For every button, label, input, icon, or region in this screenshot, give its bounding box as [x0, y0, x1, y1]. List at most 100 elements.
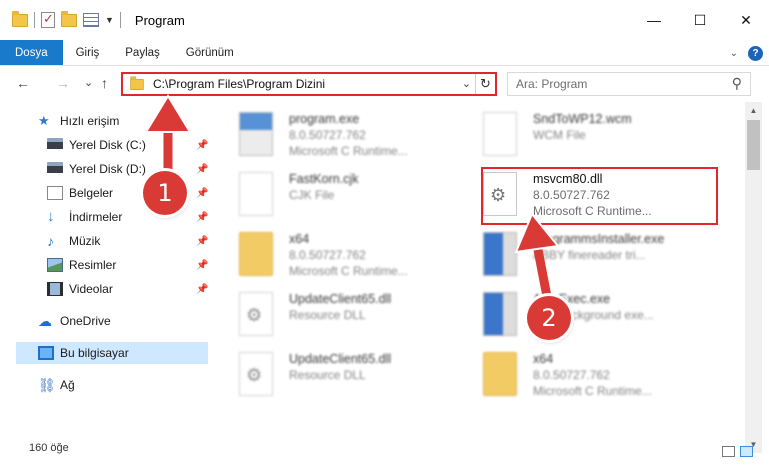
exe-icon	[483, 292, 517, 336]
back-button[interactable]: ←	[16, 75, 30, 91]
file-tile[interactable]: x64 8.0.50727.762 Microsoft C Runtime...	[219, 226, 469, 286]
file-tile[interactable]: UpdateClient65.dll Resource DLL	[219, 286, 469, 346]
sidebar-item-label: İndirmeler	[69, 210, 123, 224]
expand-ribbon-chevron-icon[interactable]: ⌄	[730, 48, 738, 59]
file-detail: Resource DLL	[289, 368, 366, 382]
minimize-button[interactable]: —	[631, 0, 677, 40]
item-count: 160 öğe	[29, 442, 69, 454]
address-bar[interactable]: C:\Program Files\Program Dizini ⌄ ↻	[121, 72, 497, 96]
file-name: ProgrammsInstaller.exe	[533, 232, 665, 246]
sidebar-item-this-pc[interactable]: Bu bilgisayar	[16, 342, 208, 364]
file-name: x64	[533, 352, 554, 366]
network-icon: ⛓	[38, 377, 56, 393]
pictures-icon	[47, 258, 63, 272]
file-tile[interactable]: x64 8.0.50727.762 Microsoft C Runtime...	[463, 346, 713, 406]
separator	[34, 12, 35, 28]
search-icon[interactable]: ⚲	[732, 75, 742, 92]
file-name: FastKorn.cjk	[289, 172, 359, 186]
navigation-pane: ★ Hızlı erişim Yerel Disk (C:) 📌 Yerel D…	[0, 102, 210, 432]
music-icon: ♪	[47, 233, 54, 249]
exe-icon	[483, 232, 517, 276]
pin-icon[interactable]: 📌	[196, 140, 208, 151]
step-2-badge: 2	[527, 296, 571, 340]
videos-icon	[47, 282, 63, 296]
exe-icon	[239, 112, 273, 156]
file-tile[interactable]: UpdateClient65.dll Resource DLL	[219, 346, 469, 406]
document-icon	[239, 172, 273, 216]
sidebar-item-label: Videolar	[69, 282, 113, 296]
pin-icon[interactable]: 📌	[196, 260, 208, 271]
close-button[interactable]: ✕	[723, 0, 769, 40]
highlight-box	[481, 167, 718, 225]
sidebar-item-label: Yerel Disk (C:)	[69, 138, 146, 152]
new-folder-icon[interactable]	[61, 10, 77, 27]
file-tile[interactable]: ProgrammsInstaller.exe ABBY finereader t…	[463, 226, 713, 286]
forward-button[interactable]: →	[56, 75, 70, 91]
pin-icon[interactable]: 📌	[196, 284, 208, 295]
computer-icon	[38, 346, 54, 360]
file-name: program.exe	[289, 112, 360, 126]
file-tile[interactable]: program.exe 8.0.50727.762 Microsoft C Ru…	[219, 106, 469, 166]
disk-icon	[47, 162, 63, 176]
sidebar-item-label: Müzik	[69, 234, 101, 248]
refresh-button[interactable]: ↻	[475, 74, 495, 94]
maximize-button[interactable]: ☐	[677, 0, 723, 40]
file-detail: 8.0.50727.762	[289, 248, 366, 262]
file-detail: Microsoft C Runtime...	[289, 144, 408, 158]
window-title: Program	[134, 12, 185, 28]
dll-gear-icon	[239, 292, 273, 336]
folder-icon	[130, 75, 144, 90]
tab-share[interactable]: Paylaş	[112, 40, 173, 65]
folder-icon	[239, 232, 273, 276]
large-icons-view-icon[interactable]	[740, 446, 753, 457]
up-button[interactable]: ↑	[101, 75, 108, 91]
title-bar: ▼ Program — ☐ ✕	[0, 0, 769, 40]
file-tile[interactable]: FastKorn.cjk CJK File	[219, 166, 469, 226]
recent-locations-button[interactable]: ⌄	[84, 76, 93, 89]
navigation-bar: ← → ⌄ ↑ C:\Program Files\Program Dizini …	[0, 67, 769, 101]
address-dropdown-icon[interactable]: ⌄	[462, 77, 471, 90]
scroll-up-icon[interactable]: ▲	[745, 102, 762, 119]
view-properties-icon[interactable]	[83, 13, 99, 27]
download-icon: ↓	[47, 208, 55, 225]
document-icon	[483, 112, 517, 156]
quick-access-toolbar: ▼	[12, 10, 121, 28]
ribbon-tabs: Dosya Giriş Paylaş Görünüm ⌄ ?	[0, 40, 769, 66]
customize-toolbar-chevron-icon[interactable]: ▼	[105, 15, 114, 25]
disk-icon	[47, 138, 63, 152]
pin-icon[interactable]: 📌	[196, 236, 208, 247]
details-view-icon[interactable]	[722, 446, 735, 457]
step-1-badge: 1	[143, 171, 187, 215]
file-detail: 8.0.50727.762	[533, 368, 610, 382]
help-icon[interactable]: ?	[748, 45, 763, 61]
file-name: SndToWP12.wcm	[533, 112, 632, 126]
status-bar: 160 öğe	[0, 432, 753, 457]
file-tile[interactable]: AutoExec.exe Run background exe...	[463, 286, 713, 346]
folder-icon[interactable]	[12, 10, 28, 27]
tab-view[interactable]: Görünüm	[173, 40, 247, 65]
file-tile[interactable]: SndToWP12.wcm WCM File	[463, 106, 713, 166]
address-path[interactable]: C:\Program Files\Program Dizini	[153, 77, 325, 91]
sidebar-item-label: Hızlı erişim	[60, 114, 120, 128]
sidebar-item-label: Yerel Disk (D:)	[69, 162, 146, 176]
vertical-scrollbar[interactable]: ▲ ▼	[745, 102, 762, 453]
scroll-thumb[interactable]	[747, 120, 760, 170]
separator	[119, 12, 121, 28]
file-detail: Resource DLL	[289, 308, 366, 322]
file-name: UpdateClient65.dll	[289, 352, 392, 366]
tab-home[interactable]: Giriş	[63, 40, 113, 65]
pin-icon[interactable]: 📌	[196, 164, 208, 175]
pin-icon[interactable]: 📌	[196, 212, 208, 223]
sidebar-item-label: Ağ	[60, 378, 75, 392]
star-icon: ★	[38, 113, 50, 128]
cloud-icon: ☁	[38, 313, 52, 329]
sidebar-item-label: OneDrive	[60, 314, 111, 328]
file-detail: Microsoft C Runtime...	[289, 264, 408, 278]
pin-icon[interactable]: 📌	[196, 188, 208, 199]
tab-file[interactable]: Dosya	[0, 40, 63, 65]
properties-check-icon[interactable]	[41, 11, 55, 28]
sidebar-item-label: Resimler	[69, 258, 117, 272]
search-input[interactable]: Ara: Program ⚲	[507, 72, 751, 96]
documents-icon	[47, 186, 63, 200]
dll-gear-icon	[239, 352, 273, 396]
